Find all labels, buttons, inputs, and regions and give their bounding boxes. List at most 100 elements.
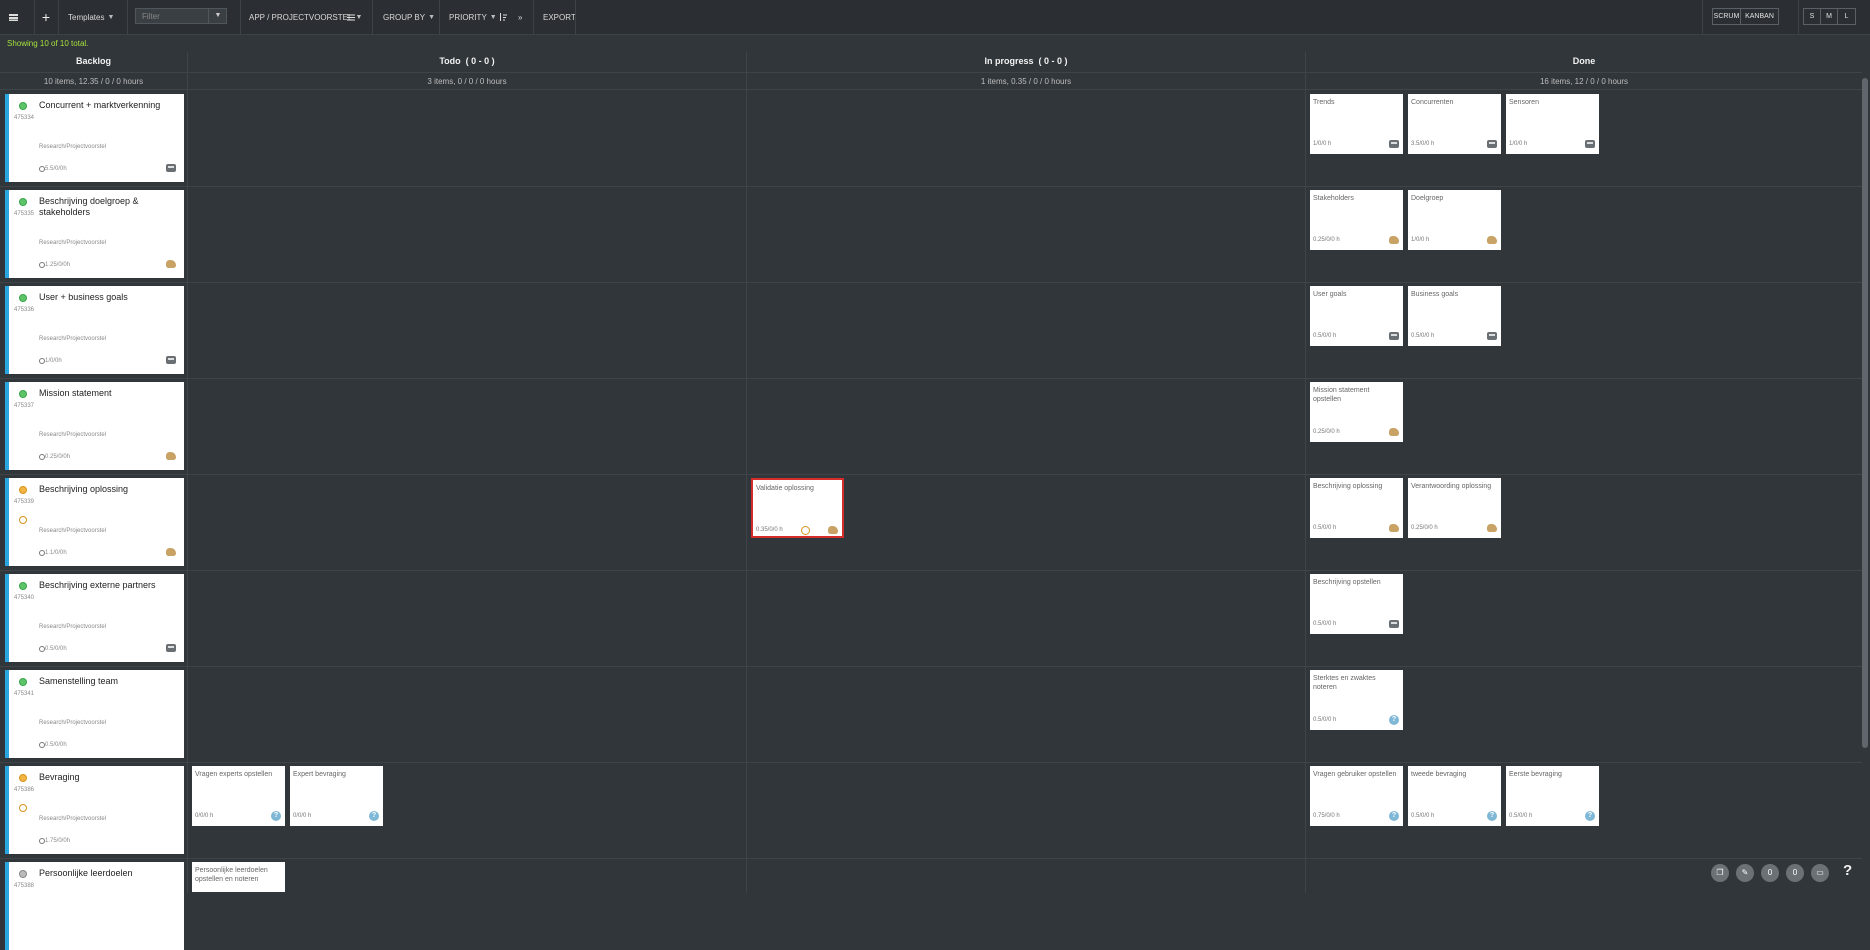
task-card[interactable]: Verantwoording oplossing 0.25/0/0 h xyxy=(1408,478,1501,538)
story-path: Research/Projectvoorstel xyxy=(39,144,107,150)
story-card[interactable]: 475334 Concurrent + marktverkenning Resear… xyxy=(5,94,184,182)
story-title[interactable]: Samenstelling team xyxy=(39,676,179,687)
settings-sliders-icon[interactable] xyxy=(347,0,355,34)
task-card[interactable]: Vragen experts opstellen 0/0/0 h? xyxy=(192,766,285,826)
task-card[interactable]: Persoonlijke leerdoelen opstellen en not… xyxy=(192,862,285,892)
filter-dropdown-icon[interactable]: ▼ xyxy=(208,8,227,24)
task-card[interactable]: Concurrenten 3.5/0/0 h xyxy=(1408,94,1501,154)
task-hours: 0.25/0/0 h xyxy=(1411,525,1438,531)
task-card[interactable]: Stakeholders 0.25/0/0 h xyxy=(1310,190,1403,250)
story-title[interactable]: Persoonlijke leerdoelen xyxy=(39,868,179,879)
story-card[interactable]: 475340 Beschrijving externe partners Resea… xyxy=(5,574,184,662)
story-path: Research/Projectvoorstel xyxy=(39,816,107,822)
story-title[interactable]: Beschrijving oplossing xyxy=(39,484,179,495)
group-by-label: GROUP BY xyxy=(383,12,426,22)
task-card[interactable]: tweede bevraging 0.5/0/0 h? xyxy=(1408,766,1501,826)
help-icon: ? xyxy=(1389,811,1399,821)
story-card[interactable]: 475388 Persoonlijke leerdoelen xyxy=(5,862,184,950)
row-divider xyxy=(0,570,1862,571)
task-hours: 0.25/0/0 h xyxy=(1313,237,1340,243)
story-title[interactable]: Mission statement xyxy=(39,388,179,399)
story-card[interactable]: 475386 Bevraging Research/Projectvoorstel 1… xyxy=(5,766,184,854)
task-card[interactable]: Doelgroep 1/0/0 h xyxy=(1408,190,1501,250)
animal-avatar-icon xyxy=(1389,428,1399,436)
counter-badge[interactable]: 0 xyxy=(1786,864,1804,882)
sort-icon[interactable] xyxy=(499,0,507,34)
task-hours: 1/0/0 h xyxy=(1509,141,1528,147)
story-title[interactable]: Concurrent + marktverkenning xyxy=(39,100,179,111)
task-card[interactable]: Validatie oplossing 0.35/0/0 h xyxy=(751,478,844,538)
copy-icon[interactable]: ❐ xyxy=(1711,864,1729,882)
task-card[interactable]: Expert bevraging 0/0/0 h? xyxy=(290,766,383,826)
help-icon: ? xyxy=(1389,715,1399,725)
robot-avatar-icon xyxy=(1389,332,1399,340)
task-card[interactable]: Vragen gebruiker opstellen 0.75/0/0 h? xyxy=(1310,766,1403,826)
animal-avatar-icon xyxy=(166,452,176,460)
edit-icon[interactable]: ✎ xyxy=(1736,864,1754,882)
story-card[interactable]: 475339 Beschrijving oplossing Research/Pro… xyxy=(5,478,184,566)
more-icon[interactable]: » xyxy=(518,0,522,34)
task-card[interactable]: Sterktes en zwaktes noteren 0.5/0/0 h? xyxy=(1310,670,1403,730)
task-card[interactable]: Eerste bevraging 0.5/0/0 h? xyxy=(1506,766,1599,826)
task-card[interactable]: Beschrijving opstellen 0.5/0/0 h xyxy=(1310,574,1403,634)
task-card[interactable]: Mission statement opstellen 0.25/0/0 h xyxy=(1310,382,1403,442)
task-title: Stakeholders xyxy=(1313,195,1354,202)
status-dot-icon xyxy=(19,774,27,782)
grid-menu-icon[interactable] xyxy=(9,0,18,34)
column-header-done: Done xyxy=(1572,56,1596,66)
status-dot-icon xyxy=(19,582,27,590)
story-card[interactable]: 475337 Mission statement Research/Projectv… xyxy=(5,382,184,470)
task-title: tweede bevraging xyxy=(1411,771,1467,778)
status-text: Showing 10 of 10 total. xyxy=(7,39,89,48)
counter-badge[interactable]: 0 xyxy=(1761,864,1779,882)
toolbar-divider xyxy=(1702,0,1704,34)
templates-dropdown[interactable]: Templates ▼ xyxy=(58,0,114,34)
add-icon[interactable]: + xyxy=(34,0,57,34)
priority-label: PRIORITY xyxy=(449,12,487,22)
priority-dropdown[interactable]: PRIORITY ▼ xyxy=(439,0,497,34)
animal-avatar-icon xyxy=(166,548,176,556)
help-button[interactable]: ? xyxy=(1843,862,1852,879)
task-card[interactable]: Sensoren 1/0/0 h xyxy=(1506,94,1599,154)
task-title: Sterktes en zwaktes noteren xyxy=(1313,675,1376,691)
task-title: Expert bevraging xyxy=(293,771,346,778)
task-card[interactable]: Beschrijving oplossing 0.5/0/0 h xyxy=(1310,478,1403,538)
kanban-button[interactable]: KANBAN xyxy=(1740,8,1779,25)
templates-label: Templates xyxy=(68,12,105,22)
story-card[interactable]: 475335 Beschrijving doelgroep & stakehold… xyxy=(5,190,184,278)
scrollbar[interactable] xyxy=(1862,78,1868,748)
task-hours: 0.5/0/0 h xyxy=(1313,333,1337,339)
task-title: Beschrijving oplossing xyxy=(1313,483,1383,490)
group-by-dropdown[interactable]: GROUP BY ▼ xyxy=(372,0,435,34)
scrum-button[interactable]: SCRUM xyxy=(1712,8,1741,25)
story-title[interactable]: Beschrijving externe partners xyxy=(39,580,179,591)
toolbar: + Templates ▼ Filter ▼ APP / PROJECTVOORS… xyxy=(0,0,1870,35)
robot-avatar-icon xyxy=(1389,140,1399,148)
story-path: Research/Projectvoorstel xyxy=(39,336,107,342)
task-hours: 0/0/0 h xyxy=(195,813,214,819)
animal-avatar-icon xyxy=(1389,236,1399,244)
story-hours: 1.1/0/0h xyxy=(45,550,67,556)
story-title[interactable]: Beschrijving doelgroep & stakeholders xyxy=(39,196,179,218)
story-card[interactable]: 475336 User + business goals Research/Proj… xyxy=(5,286,184,374)
size-s-button[interactable]: S xyxy=(1803,8,1821,25)
story-card[interactable]: 475341 Samenstelling team Research/Project… xyxy=(5,670,184,758)
status-dot-icon xyxy=(19,294,27,302)
size-m-button[interactable]: M xyxy=(1820,8,1838,25)
story-title[interactable]: Bevraging xyxy=(39,772,179,783)
export-button[interactable]: EXPORT xyxy=(533,0,576,34)
monitor-icon[interactable]: ▭ xyxy=(1811,864,1829,882)
task-card[interactable]: Trends 1/0/0 h xyxy=(1310,94,1403,154)
size-l-button[interactable]: L xyxy=(1837,8,1856,25)
story-id: 475340 xyxy=(14,595,35,601)
warning-icon xyxy=(19,516,27,524)
status-dot-icon xyxy=(19,390,27,398)
task-card[interactable]: User goals 0.5/0/0 h xyxy=(1310,286,1403,346)
task-card[interactable]: Business goals 0.5/0/0 h xyxy=(1408,286,1501,346)
help-icon: ? xyxy=(271,811,281,821)
app-selector[interactable]: APP / PROJECTVOORSTEL ▼ xyxy=(240,0,362,34)
robot-avatar-icon xyxy=(166,644,176,652)
task-hours: 0.35/0/0 h xyxy=(756,527,783,533)
task-title: Trends xyxy=(1313,99,1335,106)
story-title[interactable]: User + business goals xyxy=(39,292,179,303)
